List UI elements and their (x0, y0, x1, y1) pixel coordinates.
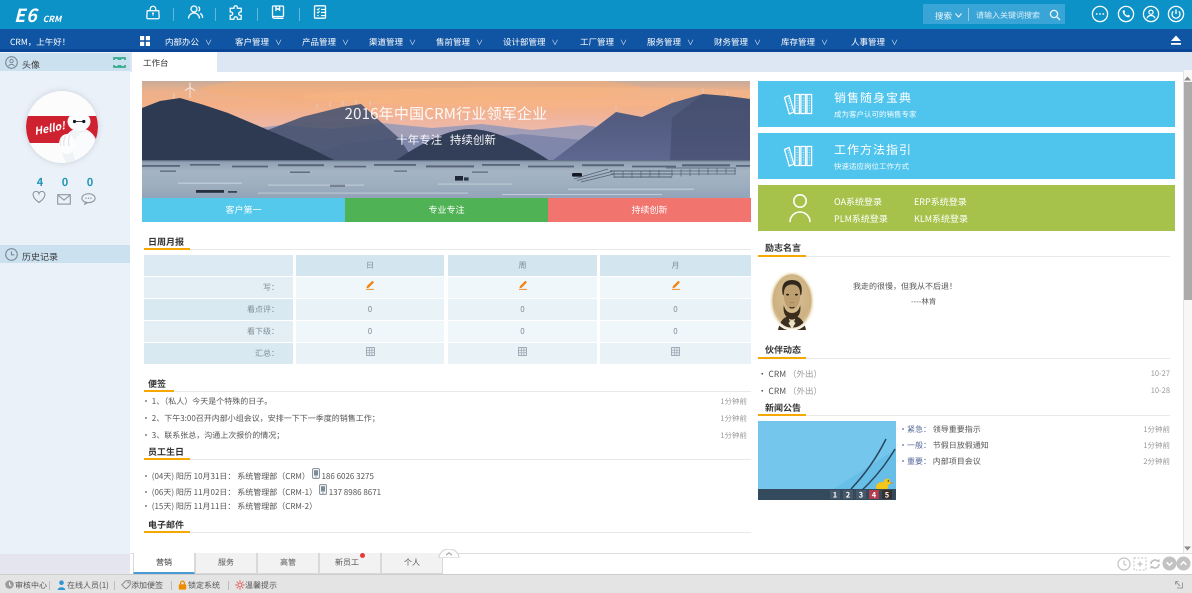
svg-text:1: 1 (833, 490, 837, 501)
svg-text:4: 4 (872, 490, 877, 501)
svg-text:3: 3 (859, 490, 863, 501)
svg-text:2: 2 (846, 490, 851, 501)
svg-text:5: 5 (885, 490, 890, 501)
